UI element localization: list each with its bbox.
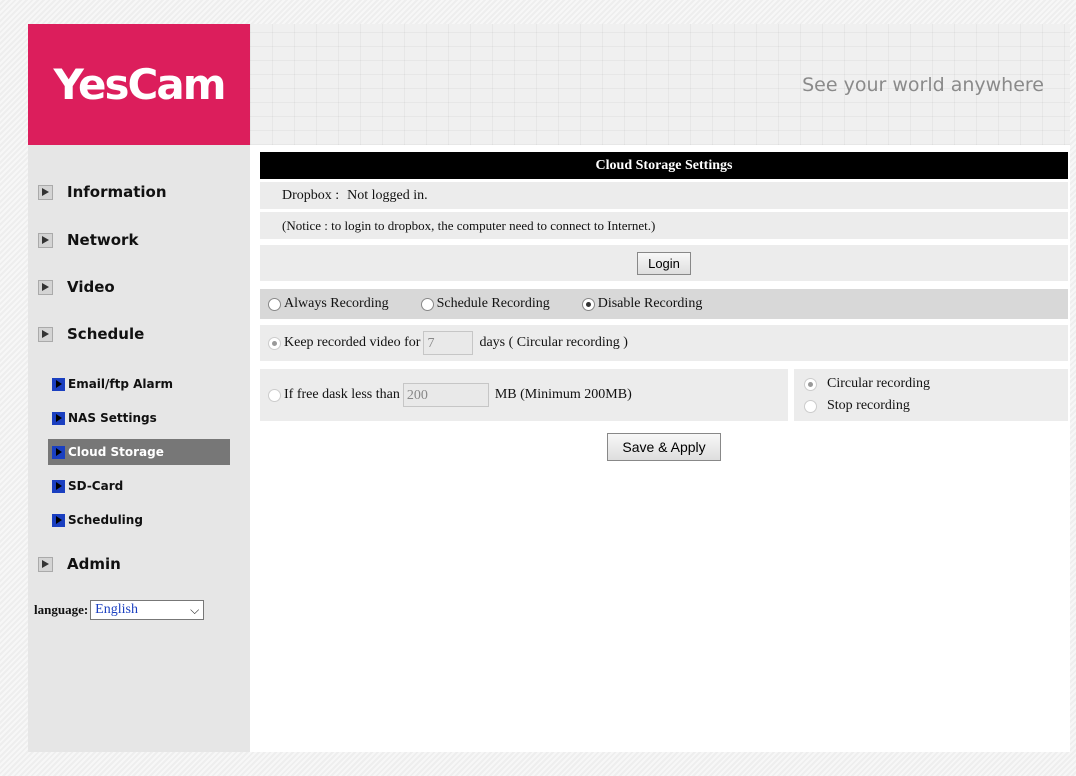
blue-arrow-icon <box>52 479 65 493</box>
submenu-email-ftp-alarm[interactable]: Email/ftp Alarm <box>48 371 230 397</box>
keep-video-suffix: days ( Circular recording ) <box>479 335 628 350</box>
disk-action-options: Circular recording Stop recording <box>794 369 1068 421</box>
menu-network[interactable]: Network <box>38 229 138 251</box>
blue-arrow-icon <box>52 411 65 425</box>
circular-recording-label: Circular recording <box>827 376 931 391</box>
header-banner: See your world anywhere <box>250 24 1070 145</box>
logo: YesCam <box>28 24 250 145</box>
always-recording-radio[interactable] <box>268 297 281 311</box>
free-disk-section: If free dask less than 200 MB (Minimum 2… <box>260 369 1068 421</box>
schedule-recording-label: Schedule Recording <box>436 296 550 311</box>
free-disk-label: If free dask less than <box>284 387 400 402</box>
menu-admin[interactable]: Admin <box>38 553 121 575</box>
submenu-label: Email/ftp Alarm <box>68 377 174 391</box>
submenu-label: NAS Settings <box>68 411 157 425</box>
stop-recording-radio[interactable] <box>804 399 817 413</box>
keep-video-row: Keep recorded video for 7 days ( Circula… <box>260 325 1068 361</box>
tagline: See your world anywhere <box>802 74 1044 96</box>
arrow-right-icon <box>38 556 53 572</box>
blue-arrow-icon <box>52 377 65 391</box>
submenu-label: Cloud Storage <box>68 445 164 459</box>
submenu-label: SD-Card <box>68 479 124 493</box>
circular-recording-radio[interactable] <box>804 377 817 391</box>
schedule-recording-radio[interactable] <box>420 297 434 311</box>
language-select[interactable]: English ⌵ <box>90 600 205 620</box>
arrow-right-icon <box>38 232 53 248</box>
keep-video-label: Keep recorded video for <box>284 335 421 350</box>
submenu-scheduling[interactable]: Scheduling <box>48 507 230 533</box>
circular-recording-option: Circular recording <box>804 373 930 395</box>
dropbox-status: Not logged in. <box>347 187 428 203</box>
disable-recording-label: Disable Recording <box>597 296 703 311</box>
submenu-sd-card[interactable]: SD-Card <box>48 473 230 499</box>
login-button[interactable]: Login <box>637 251 691 275</box>
dropbox-label: Dropbox : <box>282 187 340 203</box>
menu-label: Admin <box>67 555 121 573</box>
stop-recording-option: Stop recording <box>804 395 910 417</box>
keep-video-radio[interactable] <box>268 336 281 350</box>
menu-label: Information <box>67 183 167 201</box>
stop-recording-label: Stop recording <box>827 398 910 413</box>
menu-video[interactable]: Video <box>38 276 115 298</box>
always-recording-label: Always Recording <box>284 296 389 311</box>
page: YesCam See your world anywhere Informati… <box>28 24 1070 752</box>
submenu-cloud-storage[interactable]: Cloud Storage <box>48 439 230 465</box>
menu-label: Network <box>67 231 139 249</box>
menu-label: Video <box>67 278 115 296</box>
free-disk-suffix: MB (Minimum 200MB) <box>494 387 632 402</box>
keep-days-input[interactable]: 7 <box>423 331 474 355</box>
chevron-down-icon: ⌵ <box>190 602 200 617</box>
save-row: Save & Apply <box>260 433 1068 461</box>
logo-text: YesCam <box>53 60 227 109</box>
section-title: Cloud Storage Settings <box>260 152 1068 179</box>
free-disk-row: If free dask less than 200 MB (Minimum 2… <box>260 369 788 421</box>
menu-schedule[interactable]: Schedule <box>38 323 144 345</box>
login-row: Login <box>260 245 1068 281</box>
language-row: language: English ⌵ <box>34 600 205 620</box>
language-value: English <box>95 602 138 617</box>
menu-label: Schedule <box>67 325 145 343</box>
save-apply-button[interactable]: Save & Apply <box>607 433 721 461</box>
sidebar: Information Network Video Schedule Email… <box>28 145 250 752</box>
blue-arrow-icon <box>52 445 65 459</box>
notice-row: (Notice : to login to dropbox, the compu… <box>260 212 1068 239</box>
notice-text: (Notice : to login to dropbox, the compu… <box>282 217 656 233</box>
arrow-right-icon <box>38 184 53 200</box>
disable-recording-radio[interactable] <box>581 297 595 311</box>
blue-arrow-icon <box>52 513 65 527</box>
free-disk-input[interactable]: 200 <box>402 383 489 407</box>
arrow-right-icon <box>38 326 53 342</box>
dropbox-status-row: Dropbox : Not logged in. <box>260 182 1068 209</box>
language-label: language: <box>34 602 89 617</box>
free-disk-radio[interactable] <box>268 388 281 402</box>
main-panel: Cloud Storage Settings Dropbox : Not log… <box>260 152 1068 461</box>
menu-information[interactable]: Information <box>38 181 167 203</box>
submenu-label: Scheduling <box>68 513 143 527</box>
recording-mode-row: Always Recording Schedule Recording Disa… <box>260 289 1068 319</box>
arrow-right-icon <box>38 279 53 295</box>
submenu-nas-settings[interactable]: NAS Settings <box>48 405 230 431</box>
